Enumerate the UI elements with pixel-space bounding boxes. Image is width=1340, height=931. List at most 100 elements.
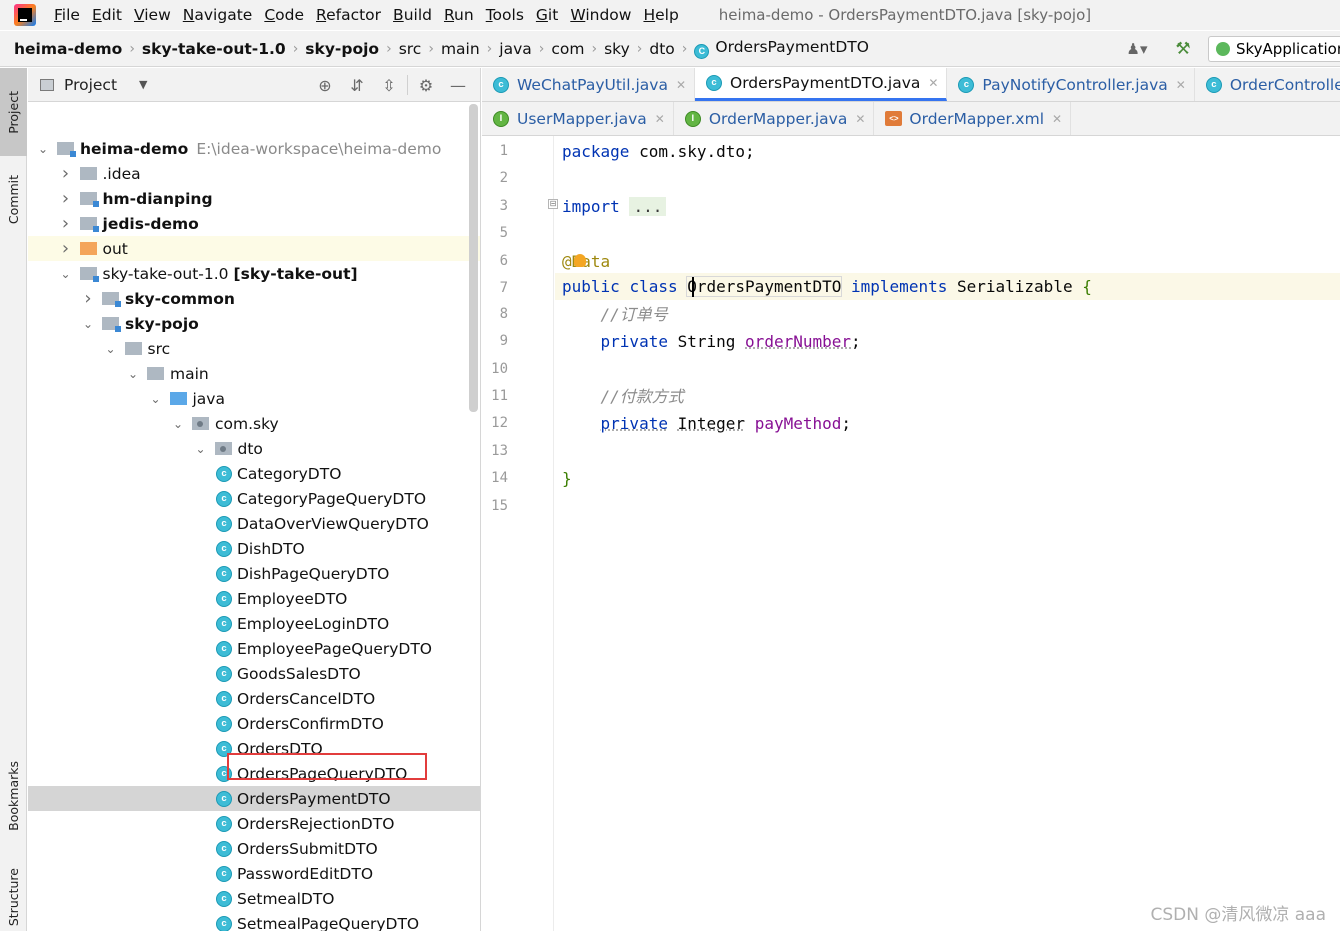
expand-all-icon[interactable]: ⇵ bbox=[341, 76, 373, 95]
tree-row[interactable]: c CategoryPageQueryDTO bbox=[28, 486, 480, 511]
menu-file[interactable]: File bbox=[54, 6, 80, 24]
editor-tab[interactable]: c OrdersPaymentDTO.java ✕ bbox=[695, 68, 948, 101]
breadcrumb-item[interactable]: src bbox=[399, 40, 422, 58]
tool-tab-project[interactable]: Project bbox=[0, 68, 27, 156]
breadcrumb-item[interactable]: heima-demo bbox=[14, 40, 122, 58]
close-icon[interactable]: ✕ bbox=[855, 112, 865, 126]
tree-row[interactable]: › out bbox=[28, 236, 480, 261]
locate-target-icon[interactable]: ⊕ bbox=[309, 76, 341, 95]
chevron-down-icon[interactable]: ⌄ bbox=[36, 142, 50, 156]
tree-row[interactable]: ⌄ sky-pojo bbox=[28, 311, 480, 336]
tool-tab-structure[interactable]: Structure bbox=[0, 863, 27, 931]
close-icon[interactable]: ✕ bbox=[676, 78, 686, 92]
menu-build[interactable]: Build bbox=[393, 6, 432, 24]
tree-row[interactable]: c OrdersPaymentDTO bbox=[28, 786, 480, 811]
chevron-down-icon[interactable]: ⌄ bbox=[194, 442, 208, 456]
tree-row[interactable]: c EmployeeLoginDTO bbox=[28, 611, 480, 636]
run-configuration-select[interactable]: SkyApplication bbox=[1208, 36, 1340, 62]
chevron-right-icon[interactable]: › bbox=[59, 163, 73, 184]
breadcrumb-item[interactable]: sky-pojo bbox=[305, 40, 379, 58]
tree-row[interactable]: c OrdersConfirmDTO bbox=[28, 711, 480, 736]
tree-row[interactable]: ⌄ java bbox=[28, 386, 480, 411]
code-area[interactable]: 1 2 3 5 6 7 8 9 10 11 12 13 14 15 ⊟ package com.sky.d… bbox=[482, 136, 1340, 931]
tree-row[interactable]: › hm-dianping bbox=[28, 186, 480, 211]
menu-help[interactable]: Help bbox=[643, 6, 678, 24]
tree-row[interactable]: ⌄ dto bbox=[28, 436, 480, 461]
minimize-icon[interactable]: — bbox=[442, 76, 474, 95]
editor-tab[interactable]: c WeChatPayUtil.java ✕ bbox=[482, 68, 695, 101]
tree-row[interactable]: ⌄ heima-demo E:\idea-workspace\heima-demo bbox=[28, 136, 480, 161]
project-panel-title[interactable]: Project bbox=[64, 76, 117, 94]
chevron-down-icon[interactable]: ⌄ bbox=[81, 317, 95, 331]
tree-row[interactable]: ⌄ com.sky bbox=[28, 411, 480, 436]
chevron-down-icon[interactable]: ⌄ bbox=[149, 392, 163, 406]
tree-row[interactable]: c DishDTO bbox=[28, 536, 480, 561]
chevron-right-icon[interactable]: › bbox=[59, 188, 73, 209]
editor-tab[interactable]: c PayNotifyController.java ✕ bbox=[947, 68, 1195, 101]
gear-icon[interactable]: ⚙ bbox=[410, 76, 442, 95]
menu-edit[interactable]: Edit bbox=[92, 6, 122, 24]
close-icon[interactable]: ✕ bbox=[1052, 112, 1062, 126]
chevron-down-icon[interactable]: ⌄ bbox=[104, 342, 118, 356]
chevron-right-icon[interactable]: › bbox=[81, 288, 95, 309]
menu-tools[interactable]: Tools bbox=[486, 6, 524, 24]
menu-refactor[interactable]: Refactor bbox=[316, 6, 381, 24]
editor-tab[interactable]: I UserMapper.java ✕ bbox=[482, 102, 674, 135]
breadcrumb-item[interactable]: java bbox=[499, 40, 531, 58]
menu-view[interactable]: View bbox=[134, 6, 171, 24]
user-icon[interactable]: ♟▾ bbox=[1120, 40, 1154, 58]
chevron-down-icon[interactable]: ▼ bbox=[139, 78, 147, 91]
tree-row[interactable]: › jedis-demo bbox=[28, 211, 480, 236]
tree-row[interactable]: c GoodsSalesDTO bbox=[28, 661, 480, 686]
editor-tab[interactable]: cOrderController.java✕ bbox=[1195, 68, 1340, 101]
tree-row[interactable]: c OrdersSubmitDTO bbox=[28, 836, 480, 861]
editor-tab[interactable]: <> OrderMapper.xml ✕ bbox=[874, 102, 1072, 135]
menu-code[interactable]: Code bbox=[264, 6, 304, 24]
collapse-all-icon[interactable]: ⇳ bbox=[373, 76, 405, 95]
build-hammer-icon[interactable]: ⚒ bbox=[1168, 39, 1198, 59]
tree-row[interactable]: ⌄ src bbox=[28, 336, 480, 361]
tree-row[interactable]: c CategoryDTO bbox=[28, 461, 480, 486]
tree-row[interactable]: c OrdersCancelDTO bbox=[28, 686, 480, 711]
tree-scrollbar[interactable] bbox=[469, 104, 478, 412]
tree-row[interactable]: c DataOverViewQueryDTO bbox=[28, 511, 480, 536]
close-icon[interactable]: ✕ bbox=[655, 112, 665, 126]
breadcrumb-item[interactable]: com bbox=[551, 40, 584, 58]
tool-tab-bookmarks[interactable]: Bookmarks bbox=[0, 748, 27, 843]
type-name: Integer bbox=[677, 414, 746, 433]
tree-row[interactable]: ⌄ main bbox=[28, 361, 480, 386]
intention-bulb-icon[interactable] bbox=[574, 254, 586, 267]
import-fold-placeholder[interactable]: ... bbox=[629, 197, 667, 216]
tree-row[interactable]: c SetmealPageQueryDTO bbox=[28, 911, 480, 931]
tree-row[interactable]: c EmployeeDTO bbox=[28, 586, 480, 611]
menu-run[interactable]: Run bbox=[444, 6, 474, 24]
close-icon[interactable]: ✕ bbox=[928, 76, 938, 90]
tree-row[interactable]: › sky-common bbox=[28, 286, 480, 311]
tree-row[interactable]: c SetmealDTO bbox=[28, 886, 480, 911]
menu-navigate[interactable]: Navigate bbox=[183, 6, 253, 24]
close-icon[interactable]: ✕ bbox=[1176, 78, 1186, 92]
tree-row[interactable]: c DishPageQueryDTO bbox=[28, 561, 480, 586]
tree-row[interactable]: › .idea bbox=[28, 161, 480, 186]
chevron-down-icon[interactable]: ⌄ bbox=[171, 417, 185, 431]
editor-tab[interactable]: I OrderMapper.java ✕ bbox=[674, 102, 875, 135]
tool-tab-commit[interactable]: Commit bbox=[0, 160, 27, 240]
tree-row[interactable]: c EmployeePageQueryDTO bbox=[28, 636, 480, 661]
breadcrumb-item[interactable]: sky-take-out-1.0 bbox=[142, 40, 286, 58]
menu-git[interactable]: Git bbox=[536, 6, 558, 24]
chevron-right-icon[interactable]: › bbox=[59, 238, 73, 259]
breadcrumb-item[interactable]: dto bbox=[649, 40, 674, 58]
chevron-down-icon[interactable]: ⌄ bbox=[59, 267, 73, 281]
tree-row[interactable]: c OrdersRejectionDTO bbox=[28, 811, 480, 836]
menu-window[interactable]: Window bbox=[570, 6, 631, 24]
watermark: CSDN @清风微凉 aaa bbox=[1150, 905, 1326, 925]
tree-item-label: DataOverViewQueryDTO bbox=[237, 514, 429, 533]
chevron-right-icon[interactable]: › bbox=[59, 213, 73, 234]
breadcrumb-item[interactable]: main bbox=[441, 40, 480, 58]
tree-row[interactable]: ⌄ sky-take-out-1.0 [sky-take-out] bbox=[28, 261, 480, 286]
breadcrumb-item[interactable]: sky bbox=[604, 40, 630, 58]
chevron-down-icon[interactable]: ⌄ bbox=[126, 367, 140, 381]
breadcrumb-item[interactable]: C OrdersPaymentDTO bbox=[694, 38, 869, 59]
tree-row[interactable]: c PasswordEditDTO bbox=[28, 861, 480, 886]
fold-toggle-icon[interactable]: ⊟ bbox=[548, 199, 558, 209]
